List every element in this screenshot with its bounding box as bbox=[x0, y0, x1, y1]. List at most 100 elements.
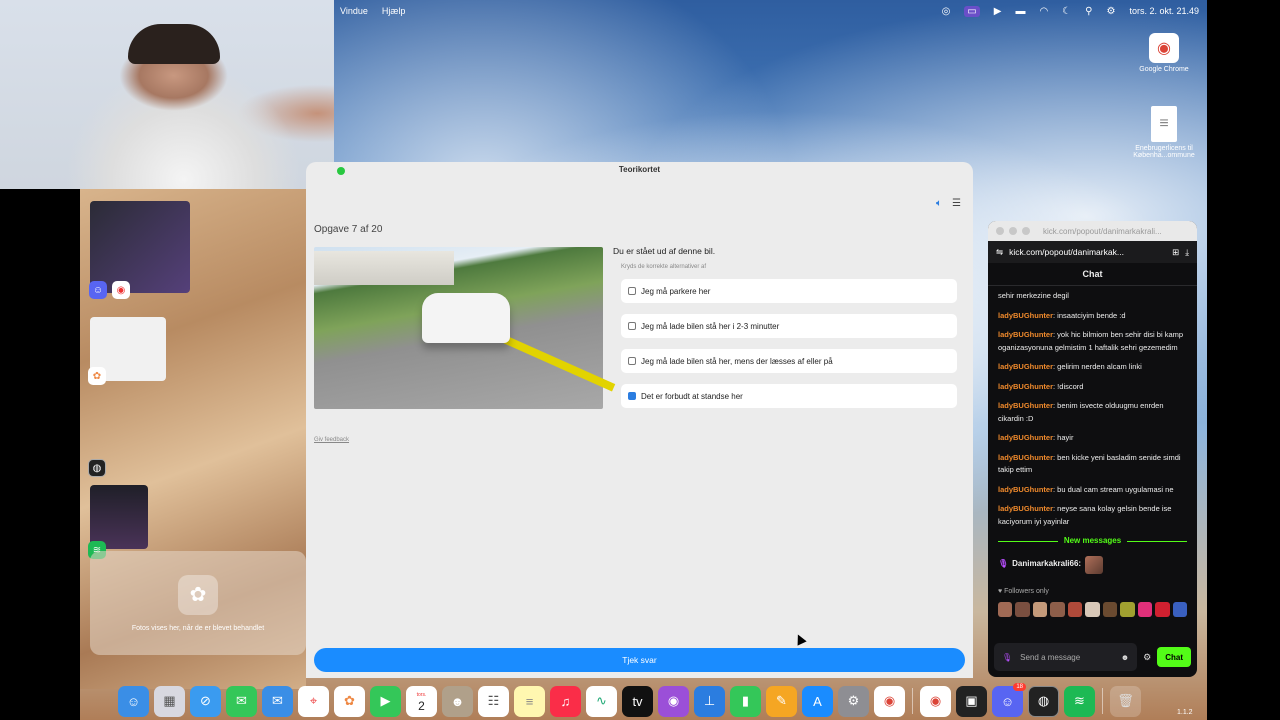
answer-checkbox[interactable] bbox=[628, 322, 636, 330]
close-button[interactable] bbox=[996, 227, 1004, 235]
spotify-icon[interactable]: ≋ bbox=[1064, 685, 1095, 717]
emote-bar bbox=[998, 602, 1187, 617]
calendar-icon[interactable]: tors. 2 bbox=[406, 685, 437, 717]
emote-icon[interactable] bbox=[1137, 602, 1153, 617]
pages-icon[interactable]: ✎ bbox=[766, 685, 797, 717]
control-center-icon[interactable]: ⚙ bbox=[1106, 6, 1115, 17]
chat-input[interactable]: 🎙︎ Send a message ☻ bbox=[994, 643, 1138, 671]
site-settings-icon[interactable]: ⇋ bbox=[996, 247, 1003, 258]
notes-icon[interactable]: ≡ bbox=[514, 685, 545, 717]
check-answer-button[interactable]: Tjek svar bbox=[314, 648, 965, 672]
focus-moon-icon[interactable]: ☾ bbox=[1062, 6, 1071, 17]
message-user[interactable]: ladyBUGhunter bbox=[998, 433, 1053, 442]
new-messages-divider[interactable]: New messages bbox=[998, 535, 1187, 548]
url-text[interactable]: kick.com/popout/danimarkak... bbox=[1009, 247, 1166, 257]
menu-item-help[interactable]: Hjælp bbox=[382, 6, 406, 16]
trash-icon[interactable]: 🗑︎ bbox=[1110, 685, 1141, 717]
window-controls bbox=[996, 227, 1030, 235]
numbers-icon[interactable]: ▮ bbox=[730, 685, 761, 717]
message-user[interactable]: ladyBUGhunter bbox=[998, 485, 1053, 494]
microphone-icon[interactable]: 🎙︎ bbox=[1002, 653, 1012, 662]
emoji-icon[interactable]: ☻ bbox=[1121, 653, 1129, 662]
answer-option[interactable]: Jeg må lade bilen stå her i 2-3 minutter bbox=[621, 314, 957, 338]
wifi-icon[interactable]: ◠ bbox=[1039, 6, 1048, 17]
facetime-icon[interactable]: ▶ bbox=[370, 685, 401, 717]
battery-icon[interactable]: ▬ bbox=[1015, 6, 1025, 17]
answer-option[interactable]: Jeg må lade bilen stå her, mens der læss… bbox=[621, 349, 957, 373]
webcam-person bbox=[128, 24, 220, 64]
streamer-name[interactable]: Danimarkakrali66: bbox=[1012, 558, 1081, 571]
finder-icon[interactable]: ☺ bbox=[118, 685, 149, 717]
message-user[interactable]: ladyBUGhunter bbox=[998, 453, 1053, 462]
creative-cloud-icon[interactable]: ◎ bbox=[942, 6, 951, 17]
feedback-link[interactable]: Giv feedback bbox=[314, 437, 349, 443]
safari-icon[interactable]: ⊘ bbox=[190, 685, 221, 717]
answer-checkbox-checked[interactable] bbox=[628, 392, 636, 400]
divider-line bbox=[998, 540, 1058, 542]
app-store-icon[interactable]: A bbox=[802, 685, 833, 717]
contacts-icon[interactable]: ☻ bbox=[442, 685, 473, 717]
mail-icon[interactable]: ✉ bbox=[262, 685, 293, 717]
speaker-icon[interactable]: 🔈︎ bbox=[936, 198, 942, 209]
menubar-clock[interactable]: tors. 2. okt. 21.49 bbox=[1129, 6, 1199, 16]
desktop-icon-document[interactable]: ≡ Enebrugerlicens til Københa...ommune bbox=[1124, 106, 1204, 159]
emote-icon[interactable] bbox=[1155, 602, 1170, 617]
zoom-button[interactable] bbox=[1022, 227, 1030, 235]
emote-icon[interactable] bbox=[1120, 602, 1135, 617]
gear-icon[interactable]: ⚙ bbox=[1143, 652, 1151, 663]
discord-icon[interactable]: ☺ 18 bbox=[992, 682, 1026, 717]
message-user[interactable]: ladyBUGhunter bbox=[998, 330, 1053, 339]
emote-icon[interactable] bbox=[998, 602, 1013, 617]
send-chat-button[interactable]: Chat bbox=[1157, 647, 1191, 667]
emote-icon[interactable] bbox=[1085, 602, 1100, 617]
photos-icon[interactable]: ✿ bbox=[334, 685, 365, 717]
license-app-icon[interactable]: ▣ bbox=[956, 685, 987, 717]
message-user[interactable]: ladyBUGhunter bbox=[998, 311, 1053, 320]
chrome-icon[interactable]: ◉ bbox=[874, 685, 905, 717]
zoom-button[interactable] bbox=[337, 167, 345, 175]
translate-icon[interactable]: ⊞ bbox=[1172, 247, 1179, 258]
spotlight-search-icon[interactable]: ⚲ bbox=[1085, 6, 1092, 17]
stage-thumb-spotify[interactable] bbox=[90, 485, 148, 549]
keynote-icon[interactable]: ⊥ bbox=[694, 685, 725, 717]
menu-bar: Vindue Hjælp ◎ ▭ ▶ ▬ ◠ ☾ ⚲ ⚙ tors. 2. ok… bbox=[334, 0, 1207, 22]
freeform-icon[interactable]: ∿ bbox=[586, 685, 617, 717]
answer-checkbox[interactable] bbox=[628, 357, 636, 365]
launchpad-icon[interactable]: ▦ bbox=[154, 685, 185, 717]
maps-icon[interactable]: ⌖ bbox=[298, 685, 329, 717]
download-icon[interactable]: ⤓ bbox=[1185, 247, 1189, 258]
emote-icon[interactable] bbox=[1102, 602, 1118, 617]
screen-share-icon[interactable]: ▭ bbox=[964, 5, 980, 17]
music-icon[interactable]: ♫ bbox=[550, 685, 581, 717]
dock-separator bbox=[912, 688, 913, 714]
emote-icon[interactable] bbox=[1172, 602, 1187, 617]
emote-icon[interactable] bbox=[1067, 602, 1083, 617]
messages-icon[interactable]: ✉ bbox=[226, 685, 257, 717]
reminders-icon[interactable]: ☷ bbox=[478, 685, 509, 717]
chat-message: ladyBUGhunter: bu dual cam stream uygula… bbox=[998, 484, 1187, 497]
message-text: sehir merkezine degil bbox=[998, 291, 1069, 300]
message-user[interactable]: ladyBUGhunter bbox=[998, 382, 1053, 391]
desktop-icon-chrome[interactable]: ◉ Google Chrome bbox=[1124, 33, 1204, 73]
emote-icon[interactable] bbox=[1015, 602, 1030, 617]
answer-option[interactable]: Det er forbudt at standse her bbox=[621, 384, 957, 408]
message-user[interactable]: ladyBUGhunter bbox=[998, 401, 1053, 410]
message-user[interactable]: ladyBUGhunter bbox=[998, 362, 1053, 371]
message-user[interactable]: ladyBUGhunter bbox=[998, 504, 1053, 513]
answer-checkbox[interactable] bbox=[628, 287, 636, 295]
calendar-day: 2 bbox=[418, 699, 425, 713]
chrome-icon[interactable]: ◉ bbox=[920, 685, 951, 717]
podcasts-icon[interactable]: ◉ bbox=[658, 685, 689, 717]
minimize-button[interactable] bbox=[1009, 227, 1017, 235]
apple-tv-icon[interactable]: tv bbox=[622, 685, 653, 717]
play-icon[interactable]: ▶ bbox=[994, 6, 1002, 17]
emote-icon[interactable] bbox=[1032, 602, 1048, 617]
stage-thumb-finder[interactable] bbox=[90, 201, 190, 293]
answer-option[interactable]: Jeg må parkere her bbox=[621, 279, 957, 303]
list-icon[interactable]: ☰ bbox=[952, 198, 961, 209]
obs-icon[interactable]: ◍ bbox=[1028, 685, 1059, 717]
system-settings-icon[interactable]: ⚙ bbox=[838, 685, 869, 717]
answer-options: Jeg må parkere her Jeg må lade bilen stå… bbox=[621, 279, 957, 408]
menu-item-window[interactable]: Vindue bbox=[340, 6, 368, 16]
emote-icon[interactable] bbox=[1050, 602, 1065, 617]
